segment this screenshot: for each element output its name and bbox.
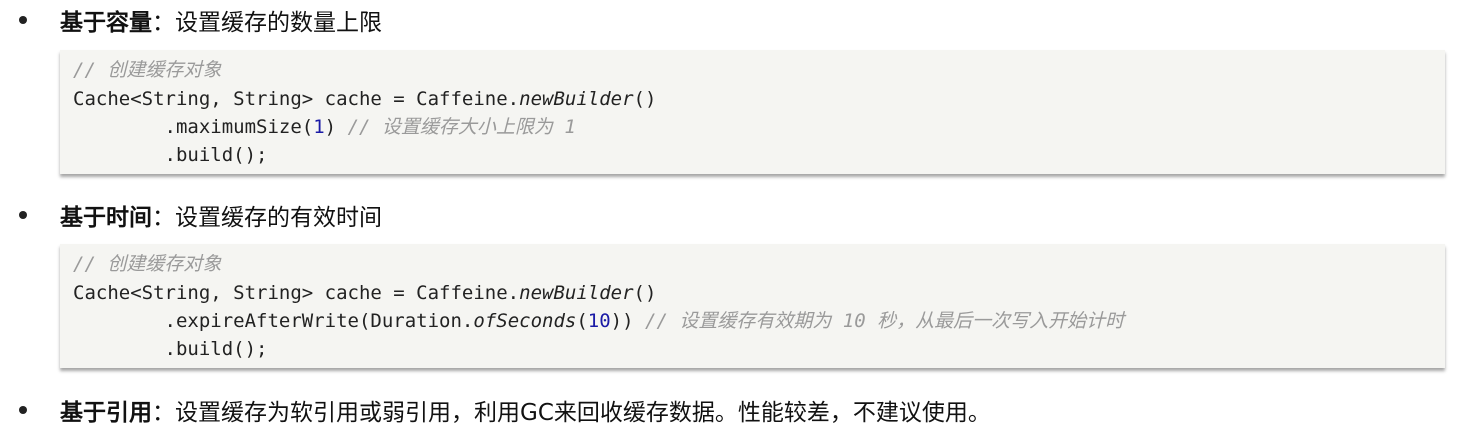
code-method: ofSeconds xyxy=(473,310,577,332)
code-text: .maximumSize( xyxy=(73,116,314,138)
code-text: Cache<String, String> cache = Caffeine. xyxy=(73,88,520,110)
code-text: () xyxy=(633,282,657,304)
code-text: .expireAfterWrite(Duration. xyxy=(73,310,474,332)
bullet-text: 基于引用：设置缓存为软引用或弱引用，利用GC来回收缓存数据。性能较差，不建议使用… xyxy=(60,393,991,427)
bullet-text: 基于容量：设置缓存的数量上限 xyxy=(60,3,382,37)
code-line: Cache<String, String> cache = Caffeine.n… xyxy=(73,279,656,307)
code-comment: // 创建缓存对象 xyxy=(73,253,222,275)
code-line: .maximumSize(1) // 设置缓存大小上限为 1 xyxy=(73,113,576,141)
bullet-text: 基于时间：设置缓存的有效时间 xyxy=(60,198,382,232)
code-comment: // 设置缓存大小上限为 1 xyxy=(347,116,576,138)
bullet-dot-icon xyxy=(19,211,27,219)
code-line: .build(); xyxy=(73,144,268,166)
code-line: .build(); xyxy=(73,338,268,360)
code-text: ) xyxy=(324,116,348,138)
bullet-dot-icon xyxy=(19,406,27,414)
code-text: Cache<String, String> cache = Caffeine. xyxy=(73,282,520,304)
bullet-title: 基于引用 xyxy=(60,400,152,426)
code-number: 1 xyxy=(313,116,325,138)
bullet-desc: ：设置缓存的有效时间 xyxy=(152,205,382,231)
bullet-desc: ：设置缓存为软引用或弱引用，利用GC来回收缓存数据。性能较差，不建议使用。 xyxy=(152,400,991,426)
code-comment: // 创建缓存对象 xyxy=(73,59,222,81)
code-method: newBuilder xyxy=(519,88,634,110)
bullet-item-reference: 基于引用：设置缓存为软引用或弱引用，利用GC来回收缓存数据。性能较差，不建议使用… xyxy=(0,392,1462,428)
bullet-title: 基于时间 xyxy=(60,205,152,231)
bullet-item-time: 基于时间：设置缓存的有效时间 xyxy=(0,197,1462,233)
code-block-capacity: // 创建缓存对象 Cache<String, String> cache = … xyxy=(60,50,1445,174)
code-line: .expireAfterWrite(Duration.ofSeconds(10)… xyxy=(73,307,1125,335)
code-text: () xyxy=(633,88,657,110)
code-block-time: // 创建缓存对象 Cache<String, String> cache = … xyxy=(60,244,1445,368)
bullet-title: 基于容量 xyxy=(60,10,152,36)
code-method: newBuilder xyxy=(519,282,634,304)
code-text: ( xyxy=(576,310,588,332)
bullet-item-capacity: 基于容量：设置缓存的数量上限 xyxy=(0,2,1462,38)
code-comment: // 设置缓存有效期为 10 秒，从最后一次写入开始计时 xyxy=(645,310,1125,332)
code-number: 10 xyxy=(587,310,611,332)
bullet-desc: ：设置缓存的数量上限 xyxy=(152,10,382,36)
code-line: Cache<String, String> cache = Caffeine.n… xyxy=(73,85,656,113)
bullet-dot-icon xyxy=(19,16,27,24)
code-text: )) xyxy=(610,310,645,332)
